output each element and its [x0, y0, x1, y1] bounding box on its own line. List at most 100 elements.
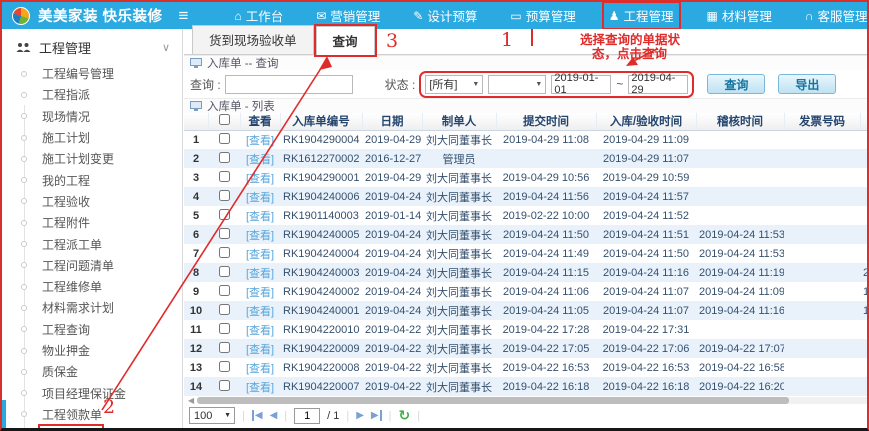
view-link[interactable]: [查看]: [246, 325, 274, 337]
view-link[interactable]: [查看]: [246, 382, 274, 394]
page-number-input[interactable]: [294, 408, 320, 424]
query-button[interactable]: 查询: [707, 74, 765, 94]
next-page-icon[interactable]: ▶: [356, 410, 364, 421]
sidebar-item[interactable]: 质保金: [2, 361, 182, 382]
table-cell: 2019-04-24: [362, 301, 422, 320]
sidebar-item[interactable]: 工程指派: [2, 84, 182, 105]
sidebar-item[interactable]: 物业押金: [2, 340, 182, 361]
sidebar-item[interactable]: 现场情况: [2, 106, 182, 127]
sidebar-item[interactable]: 工程问题清单: [2, 255, 182, 276]
refresh-icon[interactable]: ↻: [398, 407, 410, 424]
view-link[interactable]: [查看]: [246, 192, 274, 204]
view-link[interactable]: [查看]: [246, 135, 274, 147]
select-all-checkbox[interactable]: [219, 114, 230, 125]
table-cell: 2019-04-24 11:07: [596, 301, 696, 320]
view-cell: [查看]: [240, 149, 280, 168]
nav-item[interactable]: ▦材料管理: [702, 3, 777, 28]
row-checkbox[interactable]: [219, 209, 230, 220]
row-checkbox[interactable]: [219, 285, 230, 296]
date-from-field[interactable]: 2019-01-01: [551, 75, 611, 94]
view-link[interactable]: [查看]: [246, 154, 274, 166]
prev-page-icon[interactable]: ◀: [270, 410, 278, 421]
tab-query[interactable]: 查询: [316, 26, 375, 55]
view-cell: [查看]: [240, 263, 280, 282]
sidebar-item[interactable]: 施工计划: [2, 127, 182, 148]
sidebar-item[interactable]: 工程编号管理: [2, 63, 182, 84]
row-checkbox[interactable]: [219, 228, 230, 239]
sidebar-item-label: 质保金: [40, 362, 90, 381]
dropdown-arrow-icon: ▼: [472, 81, 479, 88]
tab-goods-site-acceptance[interactable]: 货到现场验收单: [192, 25, 314, 54]
table-cell: [696, 187, 784, 206]
view-link[interactable]: [查看]: [246, 230, 274, 242]
nav-item[interactable]: ✉营销管理: [311, 3, 385, 28]
scrollbar-thumb[interactable]: [197, 397, 789, 404]
sidebar-header[interactable]: 工程管理 ∨: [2, 29, 182, 63]
view-link[interactable]: [查看]: [246, 268, 274, 280]
row-checkbox[interactable]: [219, 266, 230, 277]
row-checkbox-cell: [208, 168, 240, 187]
nav-item-label: 工作台: [246, 6, 284, 25]
horizontal-scrollbar[interactable]: ◀: [184, 396, 869, 405]
row-checkbox[interactable]: [219, 323, 230, 334]
row-checkbox[interactable]: [219, 133, 230, 144]
view-link[interactable]: [查看]: [246, 363, 274, 375]
view-cell: [查看]: [240, 320, 280, 339]
row-checkbox[interactable]: [219, 361, 230, 372]
row-index: 4: [184, 187, 208, 206]
scrollbar-track[interactable]: [197, 397, 869, 404]
status-select[interactable]: [所有] ▼: [425, 75, 483, 94]
first-page-icon[interactable]: ◀: [252, 410, 263, 421]
nav-item[interactable]: ✎设计预算: [408, 3, 482, 28]
view-link[interactable]: [查看]: [246, 173, 274, 185]
row-checkbox[interactable]: [219, 247, 230, 258]
search-label: 查询 :: [190, 76, 221, 93]
sidebar-item[interactable]: 项目经理保证金: [2, 382, 182, 403]
sidebar-scroll-indicator[interactable]: [2, 400, 6, 429]
sidebar-item[interactable]: 工程查询: [2, 319, 182, 340]
view-link[interactable]: [查看]: [246, 306, 274, 318]
view-link[interactable]: [查看]: [246, 287, 274, 299]
status-select-secondary[interactable]: ▼: [488, 75, 546, 94]
team-icon: [16, 42, 31, 54]
table-cell: 刘大同董事长: [422, 206, 496, 225]
last-page-icon[interactable]: ▶: [371, 410, 382, 421]
view-link[interactable]: [查看]: [246, 249, 274, 261]
table-cell: 2019-04-24 11:50: [496, 225, 596, 244]
sidebar-item[interactable]: 工程维修单: [2, 276, 182, 297]
nav-item[interactable]: ▭预算管理: [505, 3, 580, 28]
table-cell: 2019-04-29 10:59: [596, 168, 696, 187]
sidebar-item[interactable]: 工程领款单: [2, 404, 182, 425]
table-cell: [860, 244, 869, 263]
search-input[interactable]: [225, 75, 353, 94]
sidebar-item[interactable]: 施工计划变更: [2, 148, 182, 169]
menu-icon[interactable]: ≡: [179, 6, 189, 26]
table-cell: 2019-04-24: [362, 187, 422, 206]
date-to-field[interactable]: 2019-04-29: [628, 75, 688, 94]
table-cell: [860, 130, 869, 149]
table-cell: RK1904220010: [280, 320, 362, 339]
sidebar-item[interactable]: 材料验收: [2, 425, 182, 431]
row-checkbox[interactable]: [219, 342, 230, 353]
sidebar-item[interactable]: 工程验收: [2, 191, 182, 212]
nav-item[interactable]: ♟工程管理: [604, 3, 679, 28]
view-link[interactable]: [查看]: [246, 211, 274, 223]
sidebar-item-label: 工程问题清单: [40, 256, 126, 275]
export-button[interactable]: 导出: [778, 74, 836, 94]
table-cell: 2019-01-14: [362, 206, 422, 225]
sidebar-item[interactable]: 工程附件: [2, 212, 182, 233]
nav-item[interactable]: ∩客服管理: [800, 3, 869, 28]
row-checkbox[interactable]: [219, 171, 230, 182]
row-checkbox[interactable]: [219, 304, 230, 315]
sidebar-item[interactable]: 材料需求计划: [2, 297, 182, 318]
table-row: 3[查看]RK19042900012019-04-29刘大同董事长2019-04…: [184, 168, 869, 187]
row-checkbox[interactable]: [219, 152, 230, 163]
sidebar-item[interactable]: 工程派工单: [2, 233, 182, 254]
scroll-left-icon[interactable]: ◀: [188, 396, 194, 405]
headset-icon: ∩: [805, 10, 814, 22]
row-checkbox[interactable]: [219, 380, 230, 391]
sidebar-item[interactable]: 我的工程: [2, 169, 182, 190]
page-size-select[interactable]: 100 ▼: [189, 407, 235, 424]
view-link[interactable]: [查看]: [246, 344, 274, 356]
row-checkbox[interactable]: [219, 190, 230, 201]
